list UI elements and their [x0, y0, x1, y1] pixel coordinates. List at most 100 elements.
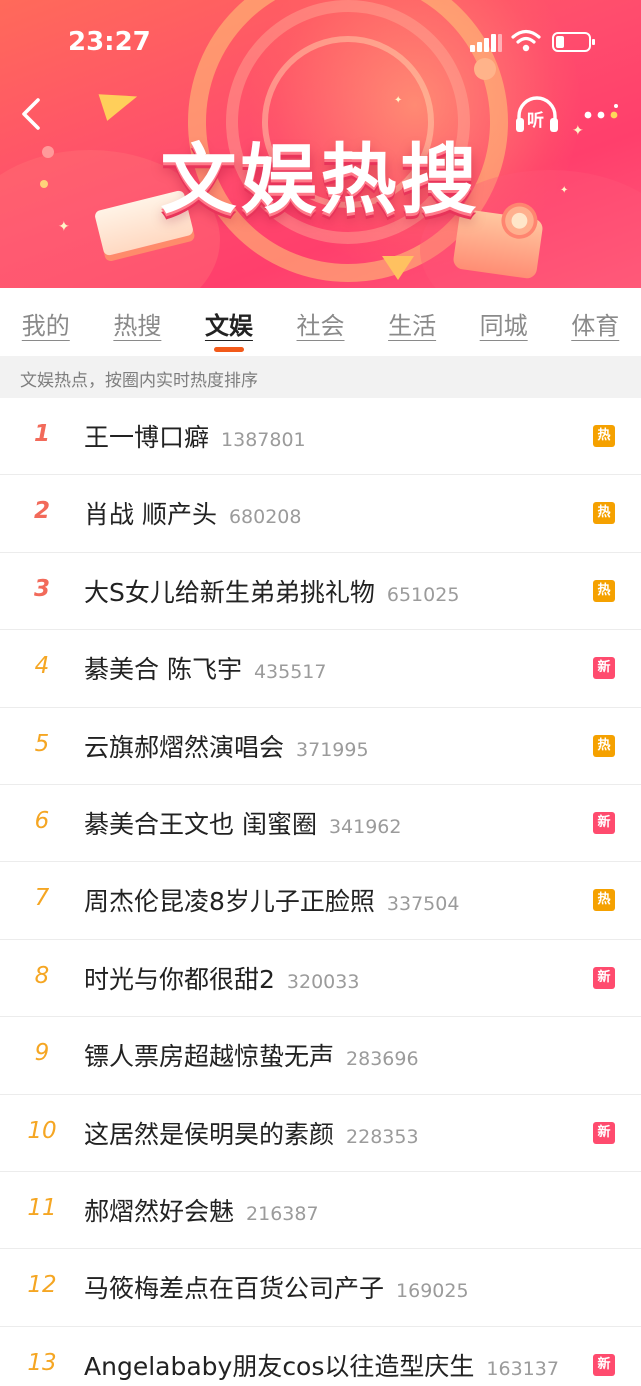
- topic-line: 周杰伦昆凌8岁儿子正脸照 337504: [84, 882, 459, 918]
- list-description: 文娱热点，按圈内实时热度排序: [0, 356, 641, 398]
- topic-line: 綦美合王文也 闺蜜圈 341962: [84, 805, 401, 841]
- cellular-signal-icon: [470, 34, 502, 52]
- tab-label: 我的: [21, 312, 70, 340]
- tab-local[interactable]: 同城: [458, 288, 550, 356]
- list-item[interactable]: 7 周杰伦昆凌8岁儿子正脸照 337504 热: [0, 862, 641, 940]
- list-item[interactable]: 10 这居然是侯明昊的素颜 228353 新: [0, 1095, 641, 1172]
- new-badge: 新: [593, 811, 615, 834]
- battery-icon: [552, 32, 595, 52]
- category-tabs: 我的 热搜 文娱 社会 生活 同城 体育: [0, 288, 641, 356]
- hot-search-list: 1 王一博口癖 1387801 热 2 肖战 顺产头 680208 热 3 大S女儿…: [0, 398, 641, 1386]
- heat-count: 283696: [346, 1048, 419, 1071]
- rank-number: 5: [34, 730, 50, 757]
- tab-life[interactable]: 生活: [366, 288, 458, 356]
- heat-count: 680208: [228, 506, 302, 529]
- rank-number: 11: [27, 1194, 57, 1221]
- heat-count: 163137: [486, 1357, 559, 1380]
- rank-number: 4: [34, 653, 50, 680]
- list-item[interactable]: 13 Angelababy朋友cos以往造型庆生 163137 新: [0, 1327, 641, 1386]
- topic-title: 大S女儿给新生弟弟挑礼物: [84, 577, 375, 607]
- heat-count: 320033: [286, 970, 360, 993]
- new-badge: 新: [593, 657, 615, 680]
- rank-number: 7: [34, 885, 50, 912]
- topic-title: Angelababy朋友cos以往造型庆生: [84, 1351, 475, 1381]
- tab-label: 同城: [479, 312, 528, 340]
- topic-title: 这居然是侯明昊的素颜: [84, 1119, 335, 1149]
- heat-count: 337504: [386, 893, 460, 916]
- rank-number: 6: [34, 807, 50, 834]
- tab-sports[interactable]: 体育: [549, 288, 641, 356]
- list-item[interactable]: 2 肖战 顺产头 680208 热: [0, 475, 641, 553]
- topic-title: 王一博口癖: [84, 423, 210, 452]
- rank-number: 1: [33, 421, 50, 447]
- new-badge: 新: [593, 1353, 615, 1376]
- status-bar: 23:27: [0, 0, 641, 86]
- topic-title: 綦美合王文也 闺蜜圈: [84, 809, 317, 839]
- heat-count: 1387801: [221, 429, 306, 451]
- listen-button[interactable]: 听: [514, 96, 560, 136]
- topic-title: 马筱梅差点在百货公司产子: [84, 1274, 385, 1304]
- rank-number: 13: [27, 1349, 57, 1376]
- topic-line: 郝熠然好会魅 216387: [84, 1192, 319, 1228]
- topic-title: 郝熠然好会魅: [84, 1196, 235, 1226]
- flag-decoration: [98, 83, 142, 121]
- new-badge: 新: [593, 966, 615, 989]
- topic-title: 云旗郝熠然演唱会: [84, 732, 285, 762]
- hot-badge: 热: [593, 579, 615, 602]
- hot-badge: 热: [593, 889, 615, 912]
- tab-label: 热搜: [113, 312, 162, 340]
- list-description-text: 文娱热点，按圈内实时热度排序: [20, 371, 258, 391]
- tab-label: 社会: [296, 312, 345, 340]
- topic-line: Angelababy朋友cos以往造型庆生 163137: [84, 1347, 559, 1383]
- topic-line: 云旗郝熠然演唱会 371995: [84, 728, 369, 764]
- more-icon[interactable]: [580, 102, 622, 128]
- topic-title: 镖人票房超越惊蛰无声: [84, 1042, 335, 1072]
- rank-number: 9: [34, 1040, 50, 1067]
- wifi-icon: [511, 29, 541, 52]
- tab-society[interactable]: 社会: [275, 288, 367, 356]
- rank-number: 2: [33, 498, 50, 525]
- tab-label: 体育: [571, 312, 620, 340]
- list-item[interactable]: 9 镖人票房超越惊蛰无声 283696: [0, 1017, 641, 1095]
- heat-count: 341962: [328, 815, 402, 838]
- heat-count: 169025: [396, 1280, 469, 1303]
- rank-number: 12: [27, 1272, 57, 1299]
- list-item[interactable]: 6 綦美合王文也 闺蜜圈 341962 新: [0, 785, 641, 863]
- list-item[interactable]: 4 綦美合 陈飞宇 435517 新: [0, 630, 641, 708]
- heat-count: 435517: [253, 661, 327, 684]
- rank-number: 10: [27, 1117, 57, 1144]
- tab-entertainment[interactable]: 文娱: [183, 288, 275, 356]
- sparkle-icon: ✦: [394, 95, 403, 106]
- list-item[interactable]: 8 时光与你都很甜2 320033 新: [0, 940, 641, 1018]
- list-item[interactable]: 1 王一博口癖 1387801 热: [0, 398, 641, 476]
- heat-count: 216387: [246, 1202, 319, 1225]
- active-tab-indicator: [213, 347, 244, 352]
- topic-line: 綦美合 陈飞宇 435517: [84, 650, 326, 686]
- list-item[interactable]: 3 大S女儿给新生弟弟挑礼物 651025 热: [0, 553, 641, 631]
- tab-mine[interactable]: 我的: [0, 288, 92, 356]
- topic-line: 镖人票房超越惊蛰无声 283696: [84, 1037, 419, 1073]
- heat-count: 371995: [296, 738, 369, 761]
- topic-line: 时光与你都很甜2 320033: [84, 960, 359, 996]
- hot-badge: 热: [593, 425, 615, 447]
- list-item[interactable]: 11 郝熠然好会魅 216387: [0, 1172, 641, 1250]
- rank-number: 3: [33, 575, 50, 602]
- tab-hot-search[interactable]: 热搜: [92, 288, 184, 356]
- tab-label: 生活: [388, 312, 437, 340]
- rank-number: 8: [34, 962, 50, 989]
- hot-badge: 热: [593, 734, 615, 757]
- list-item[interactable]: 12 马筱梅差点在百货公司产子 169025: [0, 1249, 641, 1327]
- topic-line: 王一博口癖 1387801: [84, 418, 306, 454]
- status-time: 23:27: [68, 27, 151, 57]
- topic-title: 綦美合 陈飞宇: [84, 655, 242, 685]
- topic-line: 这居然是侯明昊的素颜 228353: [84, 1115, 419, 1151]
- listen-label: 听: [527, 111, 544, 131]
- back-icon[interactable]: [14, 94, 50, 134]
- hot-badge: 热: [593, 502, 615, 525]
- list-item[interactable]: 5 云旗郝熠然演唱会 371995 热: [0, 708, 641, 785]
- tab-label: 文娱: [204, 312, 253, 340]
- topic-line: 马筱梅差点在百货公司产子 169025: [84, 1269, 469, 1305]
- heat-count: 228353: [346, 1125, 419, 1148]
- topic-title: 肖战 顺产头: [84, 500, 217, 530]
- topic-line: 肖战 顺产头 680208: [84, 495, 301, 531]
